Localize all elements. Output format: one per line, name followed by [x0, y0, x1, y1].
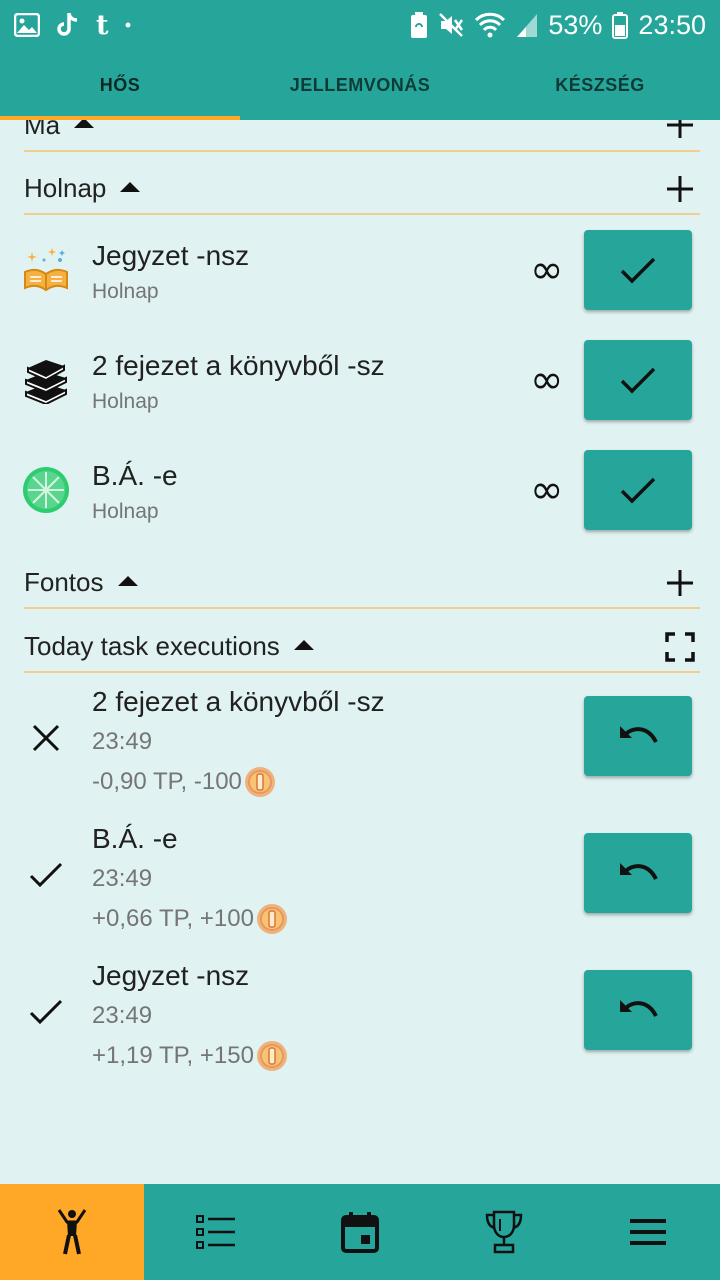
execution-reward-text: +0,66 TP, +100 — [92, 905, 254, 932]
add-icon[interactable] — [660, 120, 700, 145]
complete-task-button[interactable] — [584, 230, 692, 310]
dot-icon — [124, 21, 132, 29]
execution-title: B.Á. -e — [92, 823, 178, 854]
section-header-ma[interactable]: Ma — [24, 120, 700, 152]
status-bar: t 53% 23:50 — [0, 0, 720, 50]
execution-reward-text: +1,19 TP, +150 — [92, 1042, 254, 1069]
undo-execution-button[interactable] — [584, 696, 692, 776]
failed-x-icon — [26, 718, 66, 758]
nav-calendar[interactable] — [288, 1184, 432, 1280]
task-row[interactable]: 2 fejezet a könyvből -sz Holnap ∞ — [0, 340, 720, 450]
section-title-holnap: Holnap — [24, 173, 141, 204]
task-row[interactable]: Jegyzet -nsz Holnap ∞ — [0, 230, 720, 340]
execution-reward: -0,90 TP, -100 — [92, 766, 276, 798]
task-title: 2 fejezet a könyvből -sz — [92, 350, 385, 381]
section-header-executions[interactable]: Today task executions — [24, 622, 700, 673]
clock: 23:50 — [638, 9, 706, 40]
done-check-icon — [26, 855, 66, 895]
infinity-icon: ∞ — [530, 467, 564, 513]
execution-title: 2 fejezet a könyvből -sz — [92, 686, 385, 717]
task-subtitle: Holnap — [92, 500, 159, 523]
execution-reward-text: -0,90 TP, -100 — [92, 768, 242, 795]
nav-hero[interactable] — [0, 1184, 144, 1280]
section-title-fontos: Fontos — [24, 567, 138, 598]
fullscreen-icon[interactable] — [660, 627, 700, 667]
battery-icon — [612, 11, 629, 39]
undo-icon — [620, 726, 658, 744]
add-icon[interactable] — [660, 169, 700, 209]
task-list-icon — [196, 1215, 235, 1249]
tab-hero[interactable]: HŐS — [0, 50, 240, 120]
collapse-caret-icon — [120, 181, 141, 192]
hero-icon — [57, 1209, 87, 1255]
complete-task-button[interactable] — [584, 450, 692, 530]
trophy-icon — [485, 1210, 523, 1254]
task-subtitle: Holnap — [92, 280, 159, 303]
tumblr-icon: t — [96, 9, 109, 41]
section-title-ma: Ma — [24, 120, 95, 141]
books-stack-icon — [22, 356, 70, 406]
section-label-holnap: Holnap — [24, 173, 107, 203]
tab-traits[interactable]: JELLEMVONÁS — [240, 50, 480, 120]
section-label-executions: Today task executions — [24, 631, 280, 661]
calendar-icon — [341, 1212, 379, 1253]
tab-skills[interactable]: KÉSZSÉG — [480, 50, 720, 120]
execution-time: 23:49 — [92, 865, 153, 892]
execution-time: 23:49 — [92, 728, 153, 755]
nav-tasks[interactable] — [144, 1184, 288, 1280]
check-icon — [620, 367, 656, 394]
execution-row: 2 fejezet a könyvből -sz 23:49 -0,90 TP,… — [0, 686, 720, 822]
execution-row: Jegyzet -nsz 23:49 +1,19 TP, +150 — [0, 960, 720, 1096]
execution-title: Jegyzet -nsz — [92, 960, 250, 991]
undo-execution-button[interactable] — [584, 970, 692, 1050]
section-title-executions: Today task executions — [24, 631, 314, 662]
section-header-fontos[interactable]: Fontos — [24, 558, 700, 609]
infinity-icon: ∞ — [530, 357, 564, 403]
coin-icon — [256, 903, 288, 935]
add-icon[interactable] — [660, 563, 700, 603]
book-stars-icon — [22, 246, 70, 294]
undo-icon — [620, 1000, 658, 1018]
task-title: Jegyzet -nsz — [92, 240, 250, 271]
execution-time: 23:49 — [92, 1002, 153, 1029]
undo-icon — [620, 863, 658, 881]
bottom-navigation — [0, 1184, 720, 1280]
infinity-icon: ∞ — [530, 247, 564, 293]
section-label-ma: Ma — [24, 120, 61, 140]
collapse-caret-icon — [74, 120, 95, 128]
execution-reward: +0,66 TP, +100 — [92, 903, 288, 935]
task-list-content[interactable]: Ma Holnap Jegyzet -nsz Holnap ∞ 2 fejeze… — [0, 120, 720, 1184]
image-icon — [14, 13, 40, 37]
battery-saver-icon — [410, 11, 428, 39]
section-label-fontos: Fontos — [24, 567, 104, 597]
mute-icon — [438, 12, 464, 38]
lime-icon — [22, 466, 70, 514]
complete-task-button[interactable] — [584, 340, 692, 420]
signal-icon — [516, 12, 538, 38]
done-check-icon — [26, 992, 66, 1032]
menu-icon — [630, 1219, 666, 1245]
execution-reward: +1,19 TP, +150 — [92, 1040, 288, 1072]
check-icon — [620, 477, 656, 504]
top-tabs: HŐS JELLEMVONÁS KÉSZSÉG — [0, 50, 720, 120]
task-row[interactable]: B.Á. -e Holnap ∞ — [0, 450, 720, 560]
collapse-caret-icon — [293, 639, 314, 650]
coin-icon — [244, 766, 276, 798]
nav-menu[interactable] — [576, 1184, 720, 1280]
task-subtitle: Holnap — [92, 390, 159, 413]
coin-icon — [256, 1040, 288, 1072]
section-header-holnap[interactable]: Holnap — [24, 164, 700, 215]
collapse-caret-icon — [117, 575, 138, 586]
execution-row: B.Á. -e 23:49 +0,66 TP, +100 — [0, 823, 720, 959]
task-title: B.Á. -e — [92, 460, 178, 491]
undo-execution-button[interactable] — [584, 833, 692, 913]
tiktok-icon — [56, 12, 80, 38]
wifi-icon — [474, 12, 506, 38]
nav-achievements[interactable] — [432, 1184, 576, 1280]
battery-percent: 53% — [548, 9, 603, 40]
check-icon — [620, 257, 656, 284]
